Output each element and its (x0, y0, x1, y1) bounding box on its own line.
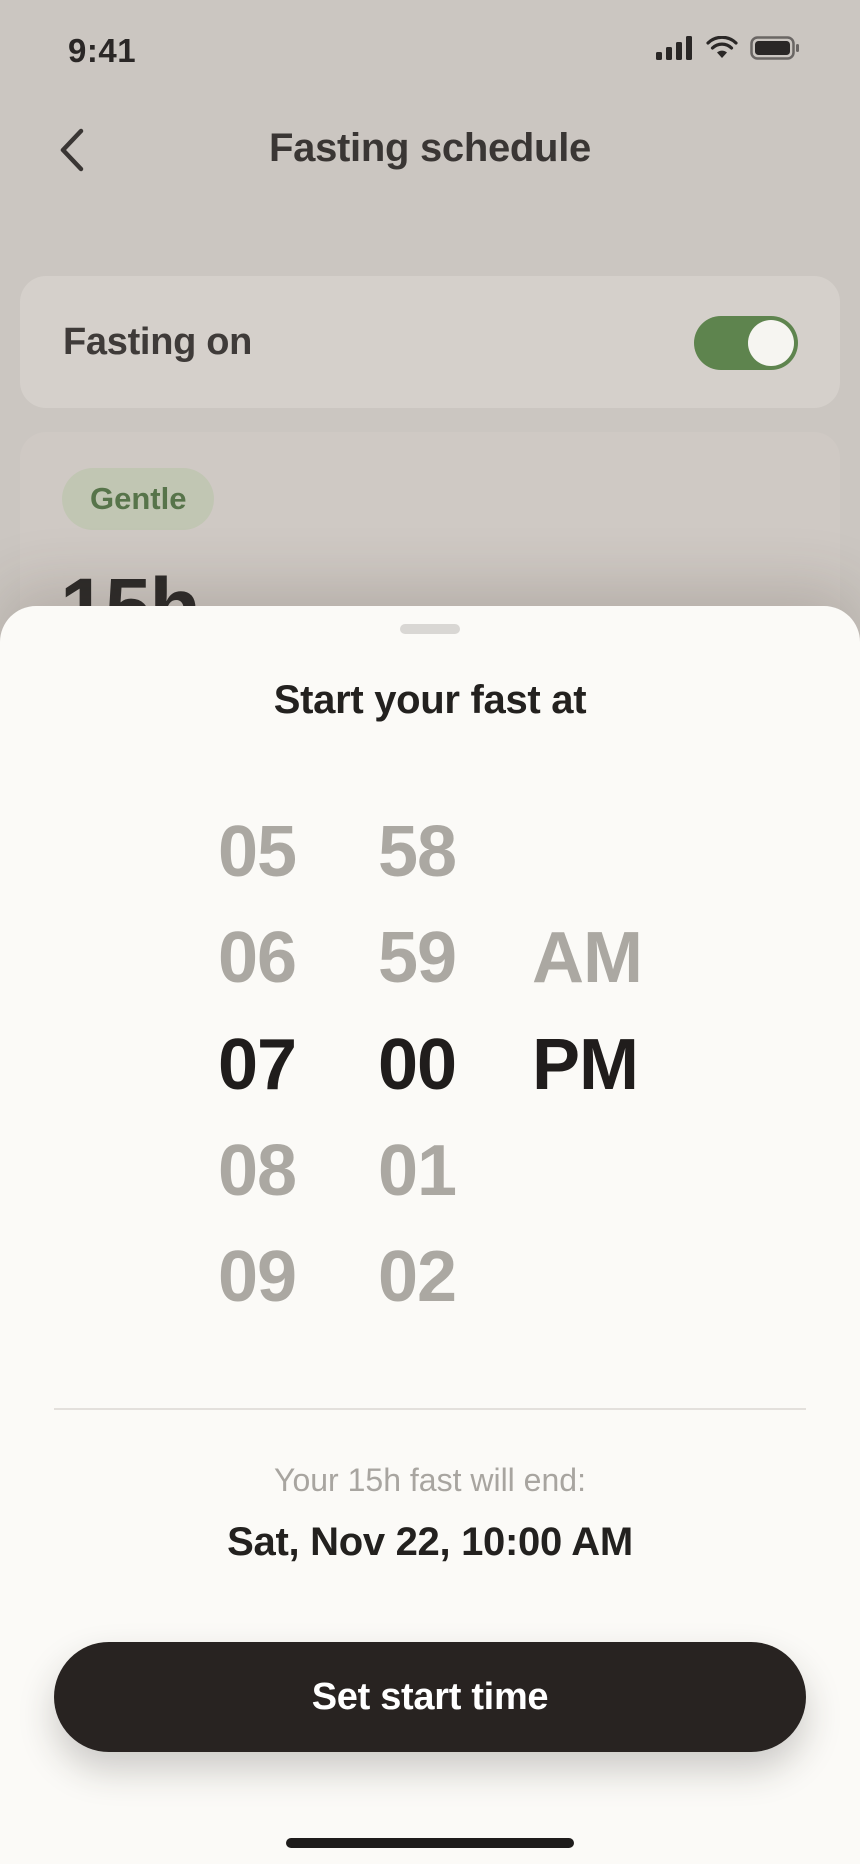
toggle-knob (748, 320, 794, 366)
wifi-icon (706, 36, 738, 58)
sheet-title: Start your fast at (273, 678, 587, 722)
minute-option[interactable]: 02 (378, 1241, 457, 1313)
fasting-toggle-label: Fasting on (63, 321, 253, 363)
status-bar: 9:41 (0, 0, 860, 104)
divider (54, 1408, 806, 1410)
minute-option[interactable]: 59 (378, 922, 457, 994)
hour-option-selected[interactable]: 07 (218, 1029, 297, 1101)
home-indicator (286, 1838, 574, 1848)
fast-end-label: Your 15h fast will end: (274, 1462, 586, 1498)
sheet-grabber[interactable] (400, 624, 460, 634)
period-option-selected[interactable]: PM (532, 1029, 639, 1101)
hour-option[interactable]: 05 (218, 816, 297, 888)
period-option[interactable]: AM (532, 922, 643, 994)
hour-option[interactable]: 08 (218, 1135, 297, 1207)
status-time: 9:41 (68, 32, 137, 69)
minute-option[interactable]: 01 (378, 1135, 457, 1207)
fasting-toggle-card: Fasting on (20, 276, 840, 408)
battery-icon (750, 36, 799, 60)
time-picker[interactable]: 05 06 07 08 09 58 59 00 01 02 AM PM (0, 786, 860, 1326)
start-time-sheet: Start your fast at 05 06 07 08 09 58 59 … (0, 606, 860, 1864)
minute-option[interactable]: 58 (378, 816, 457, 888)
signal-icon (656, 36, 692, 60)
plan-badge: Gentle (62, 468, 215, 530)
hour-option[interactable]: 09 (218, 1241, 297, 1313)
fast-end-value: Sat, Nov 22, 10:00 AM (227, 1520, 633, 1564)
page-title: Fasting schedule (269, 126, 591, 170)
minute-option-selected[interactable]: 00 (378, 1029, 457, 1101)
fasting-toggle[interactable] (694, 316, 798, 370)
hour-option[interactable]: 06 (218, 922, 297, 994)
set-start-time-button[interactable]: Set start time (54, 1642, 806, 1752)
status-icons (656, 36, 800, 60)
